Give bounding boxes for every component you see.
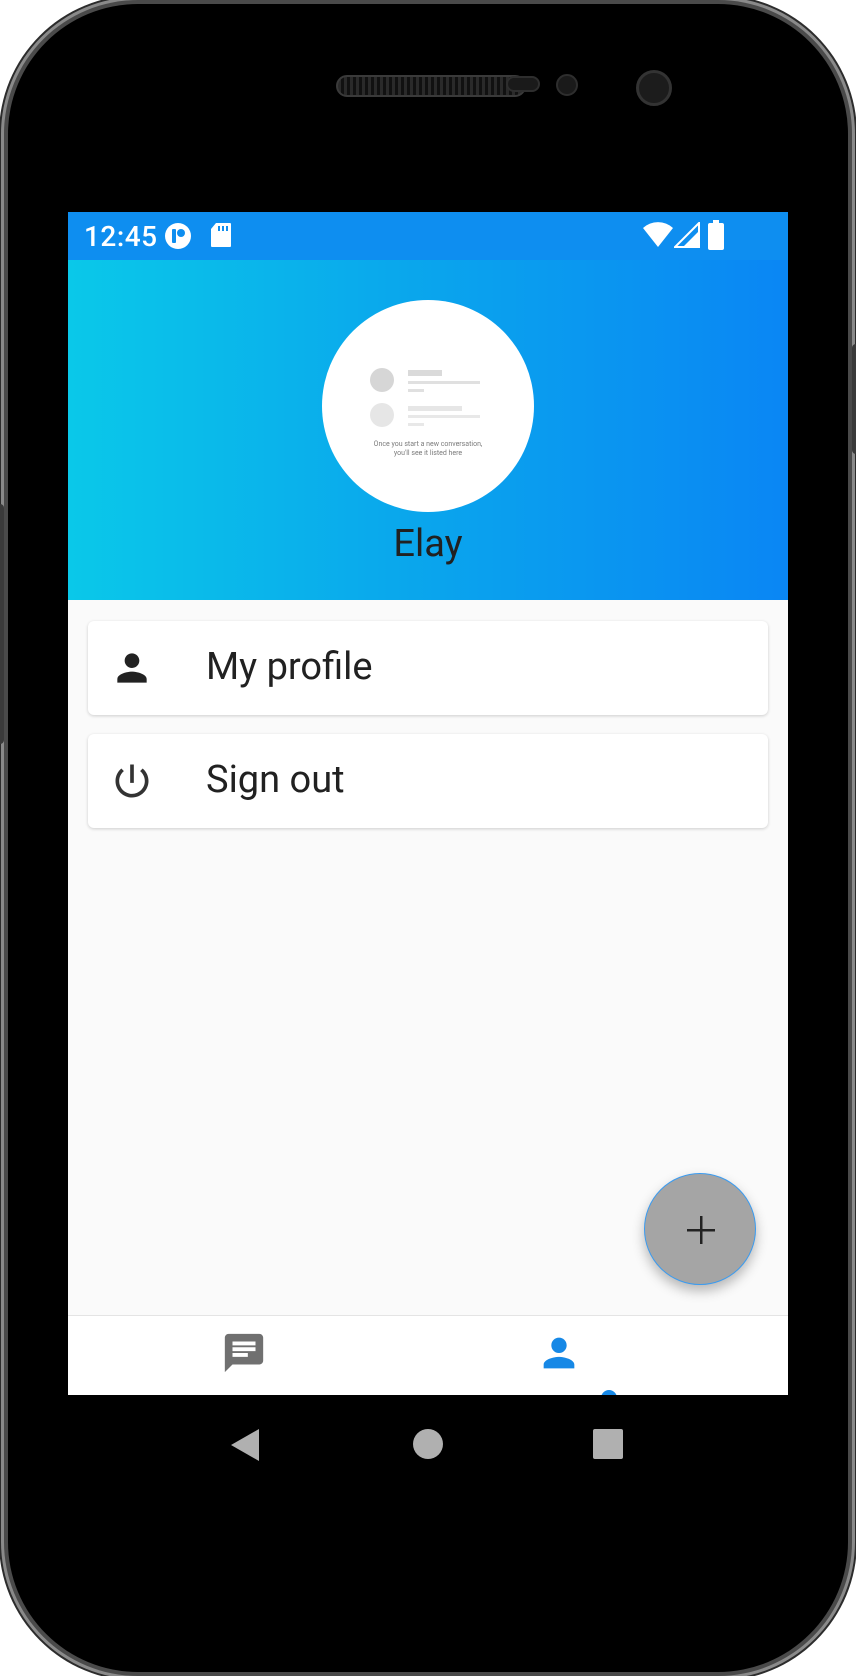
avatar[interactable]: Once you start a new conversation, you'l…: [322, 300, 534, 512]
new-conversation-fab[interactable]: [644, 1173, 756, 1285]
nav-chats-tab[interactable]: [221, 1330, 267, 1376]
avatar-caption: Once you start a new conversation, you'l…: [322, 440, 534, 458]
username: Elay: [393, 522, 463, 566]
light-sensor: [556, 74, 578, 96]
home-icon[interactable]: [412, 1428, 444, 1465]
wifi-icon: [642, 222, 674, 252]
proximity-sensor: [506, 76, 540, 92]
back-icon[interactable]: [230, 1428, 260, 1467]
person-icon: [110, 646, 154, 690]
system-navigation-bar: [68, 1395, 788, 1491]
signal-icon: [672, 220, 700, 252]
front-camera: [636, 70, 672, 106]
power-icon: [110, 759, 154, 803]
chat-icon: [224, 1333, 264, 1373]
status-time: 12:45: [84, 220, 158, 253]
empty-conversations-illustration: [370, 368, 480, 427]
earpiece-speaker: [336, 75, 526, 97]
my-profile-button[interactable]: My profile: [88, 621, 768, 715]
status-bar: 12:45: [68, 212, 788, 260]
sign-out-button[interactable]: Sign out: [88, 734, 768, 828]
power-side-button: [852, 344, 856, 454]
recents-icon[interactable]: [593, 1429, 623, 1464]
sd-card-icon: [210, 222, 232, 252]
profile-header: Once you start a new conversation, you'l…: [68, 260, 788, 600]
avatar-caption-line2: you'll see it listed here: [393, 449, 463, 457]
plus-icon: [687, 1216, 715, 1244]
person-icon: [543, 1337, 575, 1369]
sign-out-label: Sign out: [206, 758, 345, 802]
app-notification-icon: [164, 222, 192, 254]
nav-profile-tab[interactable]: [536, 1330, 582, 1376]
volume-button: [0, 504, 4, 744]
app-screen: 12:45 Once you start a new conversation,…: [68, 212, 788, 1395]
bottom-navigation: [68, 1315, 788, 1395]
my-profile-label: My profile: [206, 645, 373, 689]
battery-icon: [708, 220, 724, 254]
avatar-caption-line1: Once you start a new conversation,: [373, 440, 483, 448]
